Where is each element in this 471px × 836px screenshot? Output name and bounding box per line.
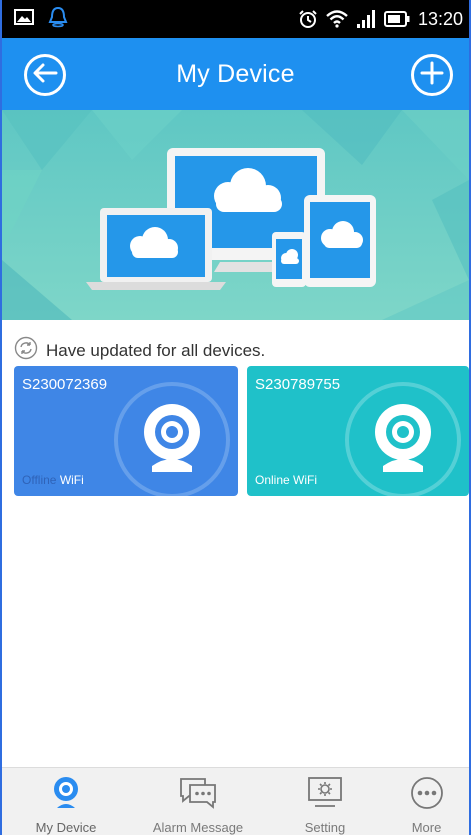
status-time: 13:20 [417,8,463,29]
connection-status: Online [255,473,290,487]
update-message: Have updated for all devices. [46,340,266,360]
connection-status: Offline [22,473,57,487]
tab-setting[interactable]: Setting [266,768,384,836]
plus-icon [420,61,444,90]
qq-bell-icon [48,6,68,33]
chat-bubble-icon [178,776,218,815]
tab-alarm-message[interactable]: Alarm Message [130,768,266,836]
device-id: S230072369 [22,376,108,393]
add-device-button[interactable] [411,54,453,96]
devices-banner [2,110,469,320]
webcam-icon [345,382,461,496]
image-icon [14,8,34,31]
tab-label: Alarm Message [152,820,244,835]
page-title: My Device [176,59,295,88]
back-arrow-icon [32,62,58,89]
webcam-icon [51,776,81,815]
more-dots-icon [410,776,444,815]
tab-label: More [411,820,442,835]
wifi-icon [326,10,348,28]
webcam-icon [114,382,230,496]
back-button[interactable] [24,54,66,96]
device-id: S230789755 [255,376,341,393]
tab-label: My Device [35,820,97,835]
status-bar: 13:20 [2,0,469,38]
device-card[interactable]: S230789755 Online WiFi [247,366,469,496]
bottom-tab-bar: My Device Alarm Message Setting More [2,767,469,835]
status-left [14,6,68,33]
tab-label: Setting [304,820,346,835]
alarm-clock-icon [298,9,318,29]
network-type: WiFi [293,473,318,487]
monitor-gear-icon [307,776,343,815]
app-header: My Device [2,38,469,110]
network-type: WiFi [59,473,84,487]
signal-icon [356,10,376,28]
devices-illustration [2,110,469,320]
status-right: 13:20 [298,9,463,30]
battery-icon [383,11,410,27]
tab-more[interactable]: More [384,768,469,836]
tab-my-device[interactable]: My Device [2,768,130,836]
device-card[interactable]: S230072369 Offline WiFi [14,366,238,496]
update-status: Have updated for all devices. [14,336,265,365]
device-status: Online WiFi [255,473,317,487]
refresh-icon[interactable] [14,336,38,365]
device-status: Offline WiFi [22,473,84,487]
